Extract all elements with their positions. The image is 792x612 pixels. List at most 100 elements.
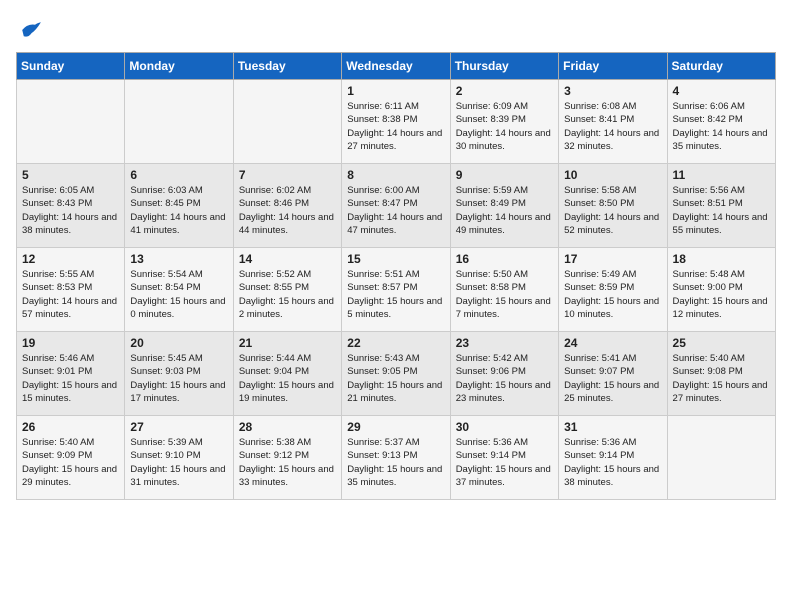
calendar-cell: 8 Sunrise: 6:00 AMSunset: 8:47 PMDaylight… bbox=[342, 164, 450, 248]
day-number: 16 bbox=[456, 252, 553, 266]
calendar-body: 1 Sunrise: 6:11 AMSunset: 8:38 PMDaylight… bbox=[17, 80, 776, 500]
calendar-cell: 24 Sunrise: 5:41 AMSunset: 9:07 PMDayligh… bbox=[559, 332, 667, 416]
cell-content: Sunrise: 5:36 AMSunset: 9:14 PMDaylight:… bbox=[564, 436, 661, 489]
cell-content: Sunrise: 5:59 AMSunset: 8:49 PMDaylight:… bbox=[456, 184, 553, 237]
calendar-week-row: 12 Sunrise: 5:55 AMSunset: 8:53 PMDayligh… bbox=[17, 248, 776, 332]
calendar-cell: 27 Sunrise: 5:39 AMSunset: 9:10 PMDayligh… bbox=[125, 416, 233, 500]
cell-content: Sunrise: 5:50 AMSunset: 8:58 PMDaylight:… bbox=[456, 268, 553, 321]
calendar-cell: 2Sunrise: 6:09 AMSunset: 8:39 PMDaylight… bbox=[450, 80, 558, 164]
day-number: 11 bbox=[673, 168, 770, 182]
day-number: 7 bbox=[239, 168, 336, 182]
weekday-header-cell: Sunday bbox=[17, 53, 125, 80]
day-number: 30 bbox=[456, 420, 553, 434]
calendar-cell: 1 Sunrise: 6:11 AMSunset: 8:38 PMDaylight… bbox=[342, 80, 450, 164]
calendar-cell: 15 Sunrise: 5:51 AMSunset: 8:57 PMDayligh… bbox=[342, 248, 450, 332]
cell-content: Sunrise: 5:41 AMSunset: 9:07 PMDaylight:… bbox=[564, 352, 661, 405]
day-number: 1 bbox=[347, 84, 444, 98]
cell-content: Sunrise: 5:36 AMSunset: 9:14 PMDaylight:… bbox=[456, 436, 553, 489]
cell-content: Sunrise: 5:40 AMSunset: 9:09 PMDaylight:… bbox=[22, 436, 119, 489]
calendar-cell: 26 Sunrise: 5:40 AMSunset: 9:09 PMDayligh… bbox=[17, 416, 125, 500]
calendar-cell: 20 Sunrise: 5:45 AMSunset: 9:03 PMDayligh… bbox=[125, 332, 233, 416]
calendar-cell: 28 Sunrise: 5:38 AMSunset: 9:12 PMDayligh… bbox=[233, 416, 341, 500]
day-number: 22 bbox=[347, 336, 444, 350]
weekday-header-cell: Monday bbox=[125, 53, 233, 80]
calendar-cell: 4 Sunrise: 6:06 AMSunset: 8:42 PMDaylight… bbox=[667, 80, 775, 164]
cell-content: Sunrise: 5:48 AMSunset: 9:00 PMDaylight:… bbox=[673, 268, 770, 321]
cell-content: Sunrise: 6:08 AMSunset: 8:41 PMDaylight:… bbox=[564, 100, 661, 153]
calendar-cell: 29Sunrise: 5:37 AMSunset: 9:13 PMDayligh… bbox=[342, 416, 450, 500]
day-number: 17 bbox=[564, 252, 661, 266]
logo-icon bbox=[16, 16, 44, 44]
weekday-header-row: SundayMondayTuesdayWednesdayThursdayFrid… bbox=[17, 53, 776, 80]
calendar-cell: 25 Sunrise: 5:40 AMSunset: 9:08 PMDayligh… bbox=[667, 332, 775, 416]
calendar-cell: 30 Sunrise: 5:36 AMSunset: 9:14 PMDayligh… bbox=[450, 416, 558, 500]
day-number: 20 bbox=[130, 336, 227, 350]
cell-content: Sunrise: 5:38 AMSunset: 9:12 PMDaylight:… bbox=[239, 436, 336, 489]
calendar-cell: 21 Sunrise: 5:44 AMSunset: 9:04 PMDayligh… bbox=[233, 332, 341, 416]
calendar-cell: 17 Sunrise: 5:49 AMSunset: 8:59 PMDayligh… bbox=[559, 248, 667, 332]
day-number: 18 bbox=[673, 252, 770, 266]
day-number: 15 bbox=[347, 252, 444, 266]
day-number: 28 bbox=[239, 420, 336, 434]
calendar-cell: 14Sunrise: 5:52 AMSunset: 8:55 PMDayligh… bbox=[233, 248, 341, 332]
calendar-week-row: 5Sunrise: 6:05 AMSunset: 8:43 PMDaylight… bbox=[17, 164, 776, 248]
day-number: 31 bbox=[564, 420, 661, 434]
cell-content: Sunrise: 5:39 AMSunset: 9:10 PMDaylight:… bbox=[130, 436, 227, 489]
day-number: 5 bbox=[22, 168, 119, 182]
day-number: 14 bbox=[239, 252, 336, 266]
calendar-cell: 6 Sunrise: 6:03 AMSunset: 8:45 PMDaylight… bbox=[125, 164, 233, 248]
cell-content: Sunrise: 5:43 AMSunset: 9:05 PMDaylight:… bbox=[347, 352, 444, 405]
calendar-cell bbox=[667, 416, 775, 500]
calendar-cell: 11Sunrise: 5:56 AMSunset: 8:51 PMDayligh… bbox=[667, 164, 775, 248]
calendar-cell: 18 Sunrise: 5:48 AMSunset: 9:00 PMDayligh… bbox=[667, 248, 775, 332]
day-number: 4 bbox=[673, 84, 770, 98]
cell-content: Sunrise: 5:54 AMSunset: 8:54 PMDaylight:… bbox=[130, 268, 227, 321]
day-number: 2 bbox=[456, 84, 553, 98]
cell-content: Sunrise: 6:03 AMSunset: 8:45 PMDaylight:… bbox=[130, 184, 227, 237]
day-number: 10 bbox=[564, 168, 661, 182]
cell-content: Sunrise: 5:45 AMSunset: 9:03 PMDaylight:… bbox=[130, 352, 227, 405]
day-number: 12 bbox=[22, 252, 119, 266]
calendar-cell: 23Sunrise: 5:42 AMSunset: 9:06 PMDayligh… bbox=[450, 332, 558, 416]
cell-content: Sunrise: 5:37 AMSunset: 9:13 PMDaylight:… bbox=[347, 436, 444, 489]
day-number: 26 bbox=[22, 420, 119, 434]
cell-content: Sunrise: 6:00 AMSunset: 8:47 PMDaylight:… bbox=[347, 184, 444, 237]
day-number: 13 bbox=[130, 252, 227, 266]
calendar-table: SundayMondayTuesdayWednesdayThursdayFrid… bbox=[16, 52, 776, 500]
calendar-cell: 19Sunrise: 5:46 AMSunset: 9:01 PMDayligh… bbox=[17, 332, 125, 416]
day-number: 27 bbox=[130, 420, 227, 434]
calendar-cell bbox=[17, 80, 125, 164]
day-number: 25 bbox=[673, 336, 770, 350]
calendar-cell: 13 Sunrise: 5:54 AMSunset: 8:54 PMDayligh… bbox=[125, 248, 233, 332]
weekday-header-cell: Wednesday bbox=[342, 53, 450, 80]
calendar-cell: 31 Sunrise: 5:36 AMSunset: 9:14 PMDayligh… bbox=[559, 416, 667, 500]
calendar-cell: 12 Sunrise: 5:55 AMSunset: 8:53 PMDayligh… bbox=[17, 248, 125, 332]
weekday-header-cell: Saturday bbox=[667, 53, 775, 80]
cell-content: Sunrise: 6:02 AMSunset: 8:46 PMDaylight:… bbox=[239, 184, 336, 237]
cell-content: Sunrise: 5:42 AMSunset: 9:06 PMDaylight:… bbox=[456, 352, 553, 405]
weekday-header-cell: Tuesday bbox=[233, 53, 341, 80]
calendar-cell: 9Sunrise: 5:59 AMSunset: 8:49 PMDaylight… bbox=[450, 164, 558, 248]
calendar-week-row: 1 Sunrise: 6:11 AMSunset: 8:38 PMDaylight… bbox=[17, 80, 776, 164]
cell-content: Sunrise: 5:49 AMSunset: 8:59 PMDaylight:… bbox=[564, 268, 661, 321]
calendar-cell bbox=[125, 80, 233, 164]
day-number: 6 bbox=[130, 168, 227, 182]
calendar-cell: 10 Sunrise: 5:58 AMSunset: 8:50 PMDayligh… bbox=[559, 164, 667, 248]
cell-content: Sunrise: 5:44 AMSunset: 9:04 PMDaylight:… bbox=[239, 352, 336, 405]
calendar-cell: 3 Sunrise: 6:08 AMSunset: 8:41 PMDaylight… bbox=[559, 80, 667, 164]
cell-content: Sunrise: 5:55 AMSunset: 8:53 PMDaylight:… bbox=[22, 268, 119, 321]
weekday-header-cell: Friday bbox=[559, 53, 667, 80]
calendar-week-row: 19Sunrise: 5:46 AMSunset: 9:01 PMDayligh… bbox=[17, 332, 776, 416]
day-number: 8 bbox=[347, 168, 444, 182]
cell-content: Sunrise: 6:11 AMSunset: 8:38 PMDaylight:… bbox=[347, 100, 444, 153]
calendar-cell: 16 Sunrise: 5:50 AMSunset: 8:58 PMDayligh… bbox=[450, 248, 558, 332]
day-number: 19 bbox=[22, 336, 119, 350]
day-number: 21 bbox=[239, 336, 336, 350]
day-number: 3 bbox=[564, 84, 661, 98]
page-header bbox=[16, 16, 776, 44]
cell-content: Sunrise: 5:51 AMSunset: 8:57 PMDaylight:… bbox=[347, 268, 444, 321]
day-number: 24 bbox=[564, 336, 661, 350]
cell-content: Sunrise: 6:06 AMSunset: 8:42 PMDaylight:… bbox=[673, 100, 770, 153]
cell-content: Sunrise: 5:58 AMSunset: 8:50 PMDaylight:… bbox=[564, 184, 661, 237]
cell-content: Sunrise: 5:40 AMSunset: 9:08 PMDaylight:… bbox=[673, 352, 770, 405]
